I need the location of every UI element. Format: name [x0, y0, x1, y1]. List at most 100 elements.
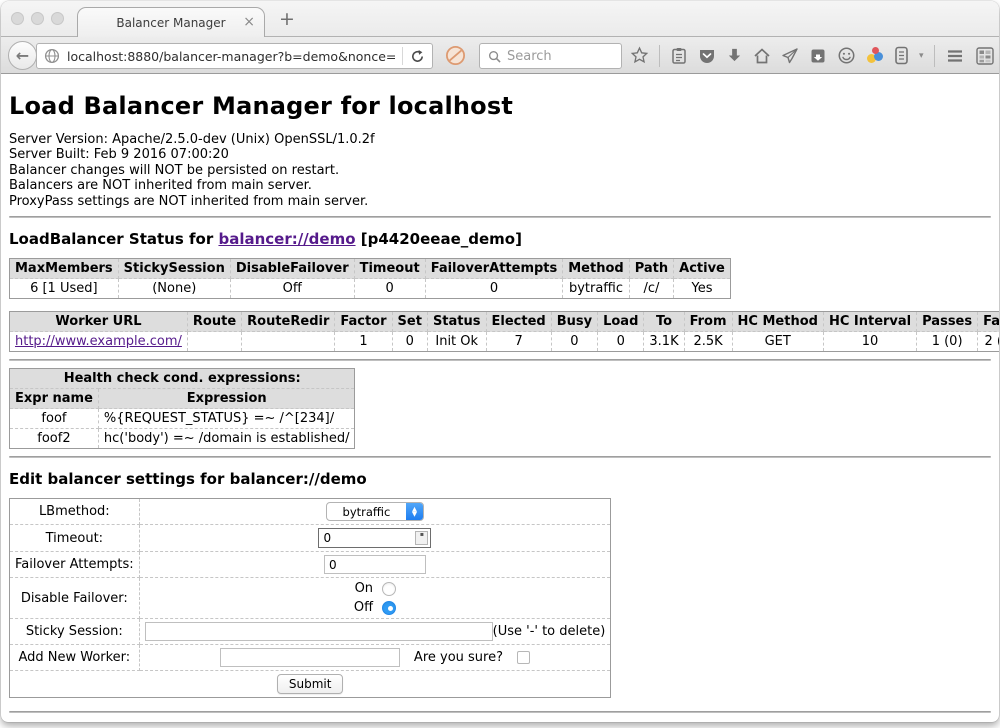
tab-title: Balancer Manager: [116, 16, 225, 30]
pocket-icon[interactable]: [698, 47, 716, 65]
number-spinner-icon[interactable]: ▪: [415, 531, 428, 545]
tab-bar: Balancer Manager × +: [1, 1, 999, 37]
health-header-cell: Expr name: [10, 389, 99, 409]
worker-header-cell: Fails: [978, 312, 999, 332]
failover-attempts-label: Failover Attempts:: [10, 552, 140, 578]
worker-value-cell: 0: [392, 332, 427, 352]
balancer-value-cell: /c/: [629, 279, 673, 299]
sidebar-panel-icon[interactable]: [894, 46, 909, 65]
table-row: foof %{REQUEST_STATUS} =~ /^[234]/: [10, 409, 355, 429]
downloads-icon[interactable]: [726, 47, 743, 64]
extension-colors-icon[interactable]: [866, 47, 884, 65]
toolbar-separator: [659, 45, 660, 67]
radio-off-label: Off: [354, 600, 373, 615]
add-worker-input[interactable]: [220, 648, 400, 667]
minimize-window-icon[interactable]: [31, 12, 44, 25]
new-tab-button[interactable]: +: [279, 8, 295, 30]
close-window-icon[interactable]: [11, 12, 24, 25]
sticky-session-input[interactable]: [145, 622, 493, 641]
radio-on[interactable]: [382, 582, 396, 596]
worker-value-cell: [187, 332, 241, 352]
url-divider: [402, 47, 403, 65]
balancer-value-cell: 0: [425, 279, 563, 299]
inherit-note-line: Balancers are NOT inherited from main se…: [9, 178, 991, 193]
balancer-link[interactable]: balancer://demo: [218, 230, 355, 248]
browser-window: Balancer Manager × + ← localhost:8880/ba…: [1, 1, 999, 722]
site-identity-globe-icon[interactable]: [44, 48, 60, 64]
worker-header-cell: Worker URL: [10, 312, 188, 332]
balancer-status-table: MaxMembersStickySessionDisableFailoverTi…: [9, 258, 731, 299]
balancer-value-cell: 6 [1 Used]: [10, 279, 119, 299]
worker-value-cell: 3.1K: [644, 332, 684, 352]
worker-header-cell: To: [644, 312, 684, 332]
worker-header-cell: Route: [187, 312, 241, 332]
lbmethod-select[interactable]: bytraffic ▲▼: [326, 502, 424, 521]
worker-header-cell: From: [684, 312, 732, 332]
form-row-disable-failover: Disable Failover: On Off: [10, 578, 611, 619]
content-blocked-icon[interactable]: [445, 45, 466, 66]
worker-header-cell: HC Method: [732, 312, 823, 332]
menu-hamburger-icon[interactable]: [945, 46, 965, 66]
page-content: Load Balancer Manager for localhost Serv…: [1, 74, 999, 722]
edit-settings-heading: Edit balancer settings for balancer://de…: [9, 470, 991, 488]
lbmethod-selected-value: bytraffic: [327, 505, 406, 519]
feedback-smiley-icon[interactable]: [837, 46, 856, 65]
url-bar[interactable]: localhost:8880/balancer-manager?b=demo&n…: [36, 43, 433, 69]
back-button[interactable]: ←: [8, 41, 37, 70]
home-icon[interactable]: [753, 47, 771, 65]
worker-header-cell: Factor: [335, 312, 392, 332]
table-header-row: Worker URLRouteRouteRedirFactorSetStatus…: [10, 312, 1000, 332]
are-you-sure-label: Are you sure?: [414, 650, 503, 665]
worker-status-table: Worker URLRouteRouteRedirFactorSetStatus…: [9, 311, 999, 352]
failover-attempts-input[interactable]: [324, 555, 426, 574]
reload-icon[interactable]: [410, 49, 425, 64]
reader-save-icon[interactable]: [809, 47, 827, 65]
worker-header-cell: Load: [598, 312, 644, 332]
expression-cell: %{REQUEST_STATUS} =~ /^[234]/: [98, 409, 355, 429]
submit-button[interactable]: Submit: [277, 674, 344, 694]
worker-value-cell: [242, 332, 335, 352]
divider: [9, 711, 991, 713]
balancer-value-cell: (None): [118, 279, 230, 299]
worker-header-cell: Status: [427, 312, 486, 332]
reading-list-icon[interactable]: [670, 47, 688, 65]
worker-value-cell: 0: [598, 332, 644, 352]
page-title: Load Balancer Manager for localhost: [9, 92, 991, 120]
worker-value-cell: 2 (0): [978, 332, 999, 352]
toolbar-icons: ▾: [630, 37, 995, 74]
send-tab-icon[interactable]: [781, 47, 799, 65]
zoom-window-icon[interactable]: [51, 12, 64, 25]
health-table-title: Health check cond. expressions:: [10, 369, 355, 389]
worker-header-cell: Busy: [551, 312, 597, 332]
worker-header-cell: Passes: [917, 312, 978, 332]
bookmark-star-icon[interactable]: [630, 46, 649, 65]
chevron-down-icon[interactable]: ▾: [919, 51, 924, 61]
url-text[interactable]: localhost:8880/balancer-manager?b=demo&n…: [67, 49, 395, 64]
navigation-toolbar: ← localhost:8880/balancer-manager?b=demo…: [1, 37, 999, 74]
search-bar[interactable]: [479, 43, 622, 69]
are-you-sure-checkbox[interactable]: [517, 651, 530, 664]
worker-url-cell: http://www.example.com/: [10, 332, 188, 352]
table-header-row: Expr nameExpression: [10, 389, 355, 409]
radio-off[interactable]: [382, 601, 396, 615]
table-row: foof2 hc('body') =~ /domain is establish…: [10, 429, 355, 449]
divider: [9, 216, 991, 218]
tile-grid-icon[interactable]: [975, 46, 995, 66]
worker-header-cell: Elected: [486, 312, 551, 332]
lbmethod-label: LBmethod:: [10, 499, 140, 525]
timeout-label: Timeout:: [10, 525, 140, 552]
balancer-header-cell: MaxMembers: [10, 259, 119, 279]
table-header-row: MaxMembersStickySessionDisableFailoverTi…: [10, 259, 731, 279]
tab-balancer-manager[interactable]: Balancer Manager ×: [77, 7, 265, 38]
edit-balancer-form: LBmethod: bytraffic ▲▼ Timeout:: [9, 498, 611, 698]
status-heading: LoadBalancer Status for balancer://demo …: [9, 230, 991, 248]
table-row: http://www.example.com/10Init Ok7003.1K2…: [10, 332, 1000, 352]
worker-url-link[interactable]: http://www.example.com/: [15, 334, 182, 349]
tab-close-icon[interactable]: ×: [243, 14, 255, 31]
search-input[interactable]: [507, 49, 607, 64]
expression-cell: hc('body') =~ /domain is established/: [98, 429, 355, 449]
worker-header-cell: RouteRedir: [242, 312, 335, 332]
search-icon: [488, 50, 501, 63]
worker-value-cell: 10: [823, 332, 916, 352]
select-stepper-icon: ▲▼: [406, 502, 423, 521]
